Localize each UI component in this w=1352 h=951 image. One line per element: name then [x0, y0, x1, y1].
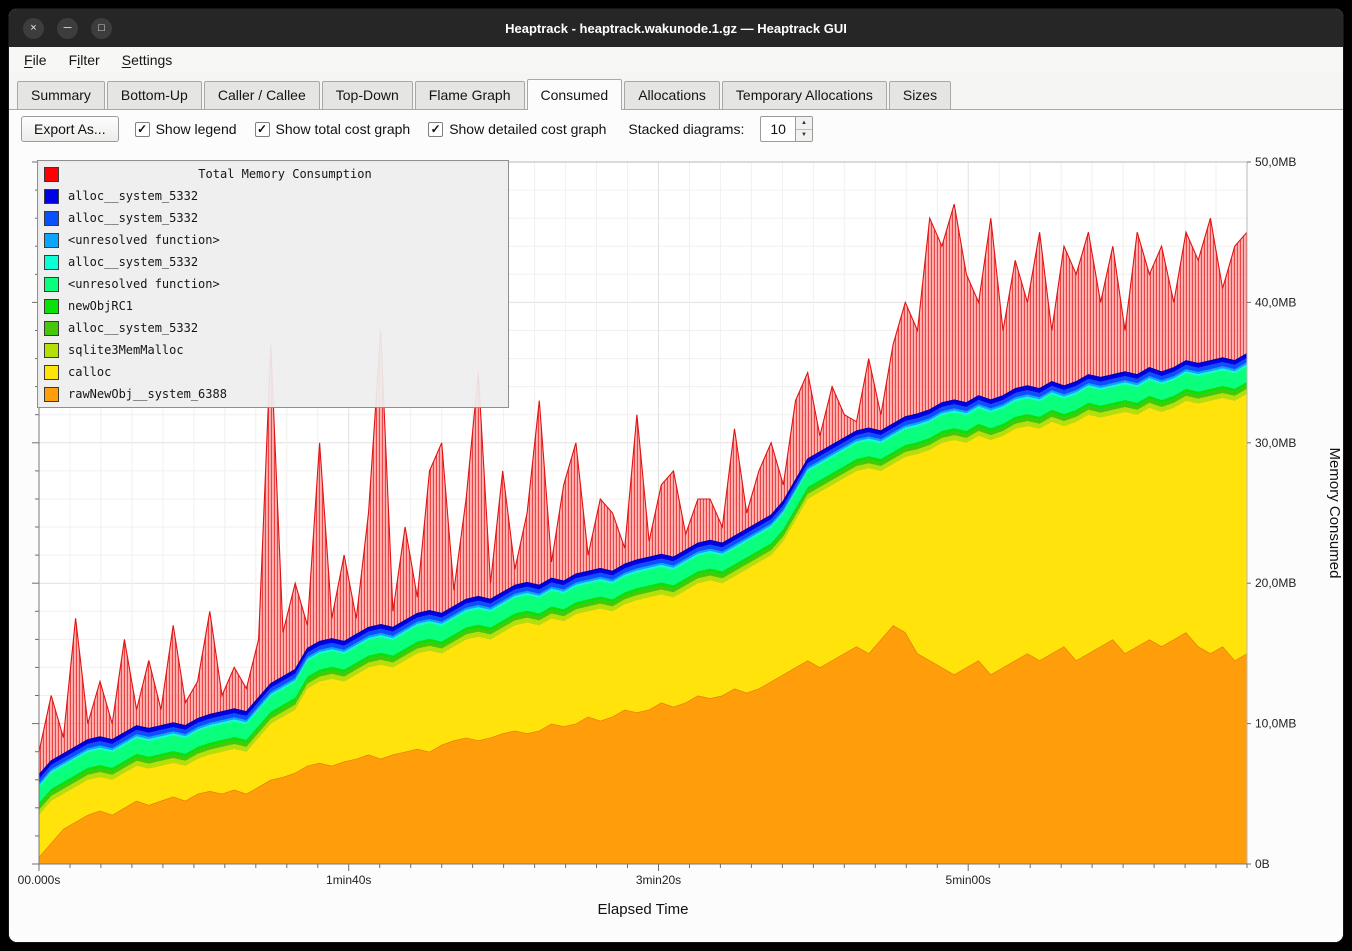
legend-label: rawNewObj__system_6388 [68, 387, 227, 401]
close-button[interactable]: × [23, 18, 44, 39]
spin-up-button[interactable]: ▲ [796, 117, 812, 130]
spin-down-button[interactable]: ▼ [796, 130, 812, 142]
svg-text:0B: 0B [1255, 857, 1270, 871]
minimize-button[interactable]: ─ [57, 18, 78, 39]
checkbox-label: Show detailed cost graph [449, 121, 606, 137]
tab-top-down[interactable]: Top-Down [322, 81, 413, 109]
legend-item: rawNewObj__system_6388 [38, 383, 508, 405]
x-axis-title: Elapsed Time [598, 901, 689, 918]
legend-item: alloc__system_5332 [38, 185, 508, 207]
legend-label: Total Memory Consumption [68, 167, 502, 181]
legend-swatch [44, 321, 59, 336]
spinbox-value[interactable]: 10 [761, 117, 795, 141]
svg-text:40,0MB: 40,0MB [1255, 295, 1296, 309]
tab-temporary-allocations[interactable]: Temporary Allocations [722, 81, 887, 109]
maximize-button[interactable]: □ [91, 18, 112, 39]
export-as-button[interactable]: Export As... [21, 116, 119, 142]
legend-label: calloc [68, 365, 111, 379]
legend-item: alloc__system_5332 [38, 251, 508, 273]
legend-swatch [44, 211, 59, 226]
checkbox-box[interactable]: ✓ [255, 122, 270, 137]
legend-swatch [44, 277, 59, 292]
legend-item: calloc [38, 361, 508, 383]
spinbox-buttons: ▲ ▼ [795, 117, 812, 141]
legend-swatch [44, 343, 59, 358]
legend-label: newObjRC1 [68, 299, 133, 313]
legend-item: alloc__system_5332 [38, 317, 508, 339]
chart-legend: Total Memory Consumption alloc__system_53… [37, 160, 509, 408]
tab-bar: SummaryBottom-UpCaller / CalleeTop-DownF… [9, 73, 1343, 110]
svg-text:5min00s: 5min00s [946, 873, 991, 887]
svg-text:1min40s: 1min40s [326, 873, 371, 887]
legend-label: <unresolved function> [68, 233, 220, 247]
checkbox-box[interactable]: ✓ [428, 122, 443, 137]
legend-item: newObjRC1 [38, 295, 508, 317]
legend-swatch [44, 167, 59, 182]
legend-swatch [44, 299, 59, 314]
legend-item: alloc__system_5332 [38, 207, 508, 229]
tab-caller-callee[interactable]: Caller / Callee [204, 81, 320, 109]
legend-label: <unresolved function> [68, 277, 220, 291]
svg-text:00.000s: 00.000s [18, 873, 61, 887]
window-title: Heaptrack - heaptrack.wakunode.1.gz — He… [9, 21, 1343, 36]
legend-label: alloc__system_5332 [68, 255, 198, 269]
checkbox-show-legend[interactable]: ✓ Show legend [135, 121, 237, 137]
tab-allocations[interactable]: Allocations [624, 81, 720, 109]
chart-area: 0B 10,0MB 20,0MB 30,0MB 40,0MB 50,0MB 00.000s 1… [9, 148, 1343, 942]
tab-sizes[interactable]: Sizes [889, 81, 951, 109]
legend-label: sqlite3MemMalloc [68, 343, 184, 357]
maximize-icon: □ [98, 23, 105, 34]
stacked-diagrams-label: Stacked diagrams: [628, 121, 744, 137]
tab-consumed[interactable]: Consumed [527, 79, 623, 110]
legend-item: <unresolved function> [38, 273, 508, 295]
checkbox-box[interactable]: ✓ [135, 122, 150, 137]
legend-label: alloc__system_5332 [68, 211, 198, 225]
window-controls: × ─ □ [9, 18, 112, 39]
legend-swatch [44, 365, 59, 380]
minimize-icon: ─ [64, 23, 72, 34]
tab-bottom-up[interactable]: Bottom-Up [107, 81, 202, 109]
menu-settings[interactable]: Settings [113, 49, 182, 71]
menubar: FileFilterSettings [9, 47, 1343, 73]
legend-swatch [44, 189, 59, 204]
app-window: × ─ □ Heaptrack - heaptrack.wakunode.1.g… [8, 8, 1344, 943]
svg-text:30,0MB: 30,0MB [1255, 436, 1296, 450]
svg-text:3min20s: 3min20s [636, 873, 681, 887]
legend-title-row: Total Memory Consumption [38, 163, 508, 185]
legend-swatch [44, 387, 59, 402]
close-icon: × [30, 23, 36, 34]
checkbox-label: Show total cost graph [276, 121, 411, 137]
checkbox-group: ✓ Show legend ✓ Show total cost graph ✓ Show … [135, 121, 607, 137]
menu-file[interactable]: File [15, 49, 56, 71]
checkbox-show-detailed-cost-graph[interactable]: ✓ Show detailed cost graph [428, 121, 606, 137]
stacked-diagrams-spinbox[interactable]: 10 ▲ ▼ [760, 116, 813, 142]
legend-item: <unresolved function> [38, 229, 508, 251]
svg-text:10,0MB: 10,0MB [1255, 717, 1296, 731]
svg-text:50,0MB: 50,0MB [1255, 155, 1296, 169]
checkbox-show-total-cost-graph[interactable]: ✓ Show total cost graph [255, 121, 411, 137]
legend-label: alloc__system_5332 [68, 321, 198, 335]
toolbar: Export As... ✓ Show legend ✓ Show total cos… [9, 110, 1343, 148]
legend-item: sqlite3MemMalloc [38, 339, 508, 361]
tab-summary[interactable]: Summary [17, 81, 105, 109]
svg-text:20,0MB: 20,0MB [1255, 576, 1296, 590]
legend-swatch [44, 255, 59, 270]
legend-label: alloc__system_5332 [68, 189, 198, 203]
menu-filter[interactable]: Filter [60, 49, 109, 71]
checkbox-label: Show legend [156, 121, 237, 137]
titlebar: × ─ □ Heaptrack - heaptrack.wakunode.1.g… [9, 9, 1343, 47]
tab-flame-graph[interactable]: Flame Graph [415, 81, 525, 109]
y-axis-title: Memory Consumed [1326, 448, 1343, 579]
legend-swatch [44, 233, 59, 248]
